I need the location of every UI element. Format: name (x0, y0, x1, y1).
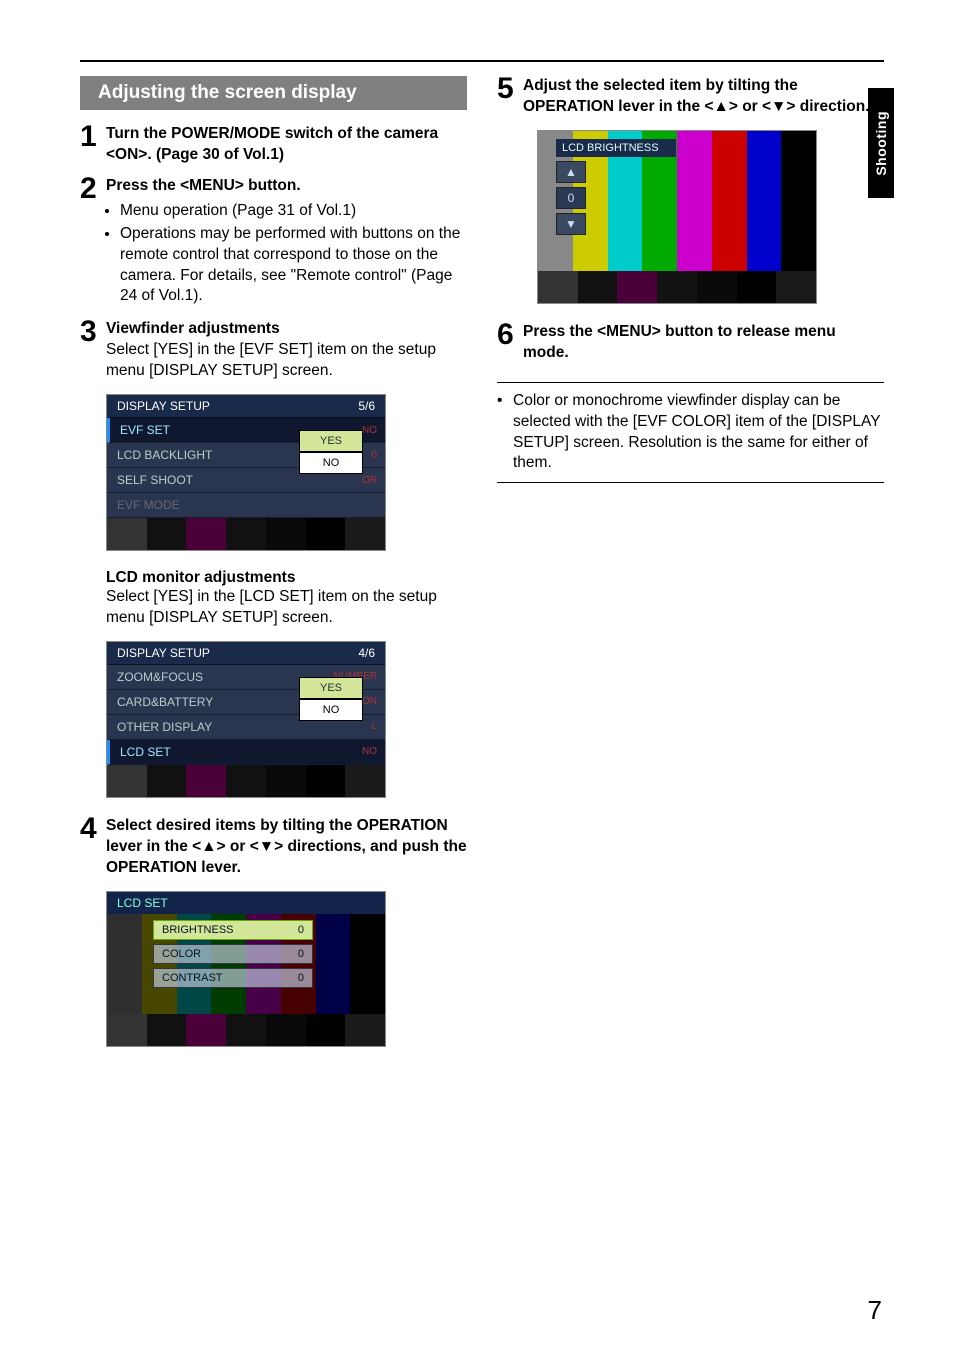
step-3-sub: LCD monitor adjustments Select [YES] in … (106, 569, 467, 629)
step-title: Turn the POWER/MODE switch of the camera… (106, 124, 467, 166)
option-yes[interactable]: YES (300, 431, 362, 451)
screenshot-display-setup-4-6: DISPLAY SETUP 4/6 ZOOM&FOCUSNUMBER CARD&… (106, 641, 386, 798)
step-title: Viewfinder adjustments (106, 319, 467, 340)
row-value: NO (362, 746, 377, 757)
osd-body: LCD BRIGHTNESS ▲ 0 ▼ (538, 131, 816, 271)
step-title: Press the <MENU> button. (106, 176, 467, 197)
row-label: BRIGHTNESS (162, 924, 234, 936)
row-label: SELF SHOOT (117, 473, 193, 487)
step-number: 3 (80, 317, 106, 347)
menu-row-brightness[interactable]: BRIGHTNESS 0 (153, 920, 313, 940)
brightness-value: 0 (556, 187, 586, 209)
step-text: Select [YES] in the [EVF SET] item on th… (106, 340, 467, 382)
osd-header: DISPLAY SETUP 5/6 (107, 395, 385, 418)
row-value: 0 (298, 948, 304, 960)
arrow-up-button[interactable]: ▲ (556, 161, 586, 183)
menu-row-color[interactable]: COLOR 0 (153, 944, 313, 964)
arrow-down-button[interactable]: ▼ (556, 213, 586, 235)
menu-row-lcd-set[interactable]: LCD SET NO (107, 740, 385, 765)
list-item: Operations may be performed with buttons… (120, 224, 467, 308)
bullet-icon: • (497, 391, 513, 475)
row-value: 0 (298, 972, 304, 984)
left-column: Adjusting the screen display 1 Turn the … (80, 76, 467, 1065)
yes-no-popup: YES NO (299, 430, 363, 474)
step-number: 1 (80, 122, 106, 152)
osd-body: EVF SET NO LCD BACKLIGHT 0 SELF SHOOT OR EV… (107, 418, 385, 518)
right-column: 5 Adjust the selected item by tilting th… (497, 76, 884, 1065)
step-title: Press the <MENU> button to release menu … (523, 322, 884, 364)
screenshot-lcd-brightness: LCD BRIGHTNESS ▲ 0 ▼ (537, 130, 817, 304)
sub-text: Select [YES] in the [LCD SET] item on th… (106, 587, 467, 629)
osd-footer-bars (107, 518, 385, 550)
row-value: NO (362, 425, 377, 436)
osd-page-indicator: 5/6 (358, 399, 375, 413)
page-number: 7 (868, 1295, 882, 1326)
yes-no-popup: YES NO (299, 677, 363, 721)
row-label: EVF MODE (117, 498, 180, 512)
menu-row-evf-mode: EVF MODE (107, 493, 385, 518)
sub-heading: LCD monitor adjustments (106, 569, 467, 587)
section-heading: Adjusting the screen display (80, 76, 467, 110)
step-1: 1 Turn the POWER/MODE switch of the came… (80, 124, 467, 166)
brightness-control: LCD BRIGHTNESS ▲ 0 ▼ (556, 139, 676, 235)
step-number: 4 (80, 814, 106, 844)
content-columns: Adjusting the screen display 1 Turn the … (80, 76, 884, 1065)
section-side-tab: Shooting (868, 88, 894, 198)
row-value: 0 (298, 924, 304, 936)
step-title: Adjust the selected item by tilting the … (523, 76, 884, 118)
lcd-set-list: BRIGHTNESS 0 COLOR 0 CONTRAST 0 (153, 920, 313, 992)
osd-footer-bars (107, 1014, 385, 1046)
row-label: COLOR (162, 948, 201, 960)
step-3: 3 Viewfinder adjustments Select [YES] in… (80, 319, 467, 382)
row-value: 0 (371, 450, 377, 461)
osd-title: DISPLAY SETUP (117, 646, 210, 660)
step-2: 2 Press the <MENU> button. Menu operatio… (80, 176, 467, 310)
step-title: Select desired items by tilting the OPER… (106, 816, 467, 879)
row-label: LCD SET (120, 745, 171, 759)
row-value: OR (362, 475, 377, 486)
step-number: 5 (497, 74, 523, 104)
step-number: 6 (497, 320, 523, 350)
step-6: 6 Press the <MENU> button to release men… (497, 322, 884, 364)
osd-body: ZOOM&FOCUSNUMBER CARD&BATTERYON OTHER DI… (107, 665, 385, 765)
note-block: • Color or monochrome viewfinder display… (497, 382, 884, 484)
note-text: Color or monochrome viewfinder display c… (513, 391, 884, 475)
osd-header: DISPLAY SETUP 4/6 (107, 642, 385, 665)
osd-page-indicator: 4/6 (358, 646, 375, 660)
step-number: 2 (80, 174, 106, 204)
step-2-bullets: Menu operation (Page 31 of Vol.1) Operat… (120, 201, 467, 308)
list-item: Menu operation (Page 31 of Vol.1) (120, 201, 467, 222)
screenshot-lcd-set: LCD SET BRIGHTNESS 0 COLOR 0 CONTRAST 0 (106, 891, 386, 1047)
side-tab-label: Shooting (873, 111, 889, 176)
row-label: LCD BACKLIGHT (117, 448, 212, 462)
option-no[interactable]: NO (300, 453, 362, 473)
row-label: CONTRAST (162, 972, 223, 984)
row-value: ON (362, 696, 377, 707)
step-4: 4 Select desired items by tilting the OP… (80, 816, 467, 879)
page: Shooting Adjusting the screen display 1 … (0, 0, 954, 1354)
osd-body: BRIGHTNESS 0 COLOR 0 CONTRAST 0 (107, 914, 385, 1014)
option-yes[interactable]: YES (300, 678, 362, 698)
top-rule (80, 60, 884, 62)
menu-row-contrast[interactable]: CONTRAST 0 (153, 968, 313, 988)
osd-title: LCD SET (107, 892, 385, 914)
row-label: OTHER DISPLAY (117, 720, 212, 734)
row-label: ZOOM&FOCUS (117, 670, 203, 684)
screenshot-display-setup-5-6: DISPLAY SETUP 5/6 EVF SET NO LCD BACKLIGH… (106, 394, 386, 551)
option-no[interactable]: NO (300, 700, 362, 720)
step-5: 5 Adjust the selected item by tilting th… (497, 76, 884, 118)
row-value: L (371, 721, 377, 732)
osd-title: DISPLAY SETUP (117, 399, 210, 413)
osd-footer-bars (538, 271, 816, 303)
row-label: CARD&BATTERY (117, 695, 213, 709)
row-label: EVF SET (120, 423, 170, 437)
osd-title: LCD BRIGHTNESS (556, 139, 676, 157)
osd-footer-bars (107, 765, 385, 797)
